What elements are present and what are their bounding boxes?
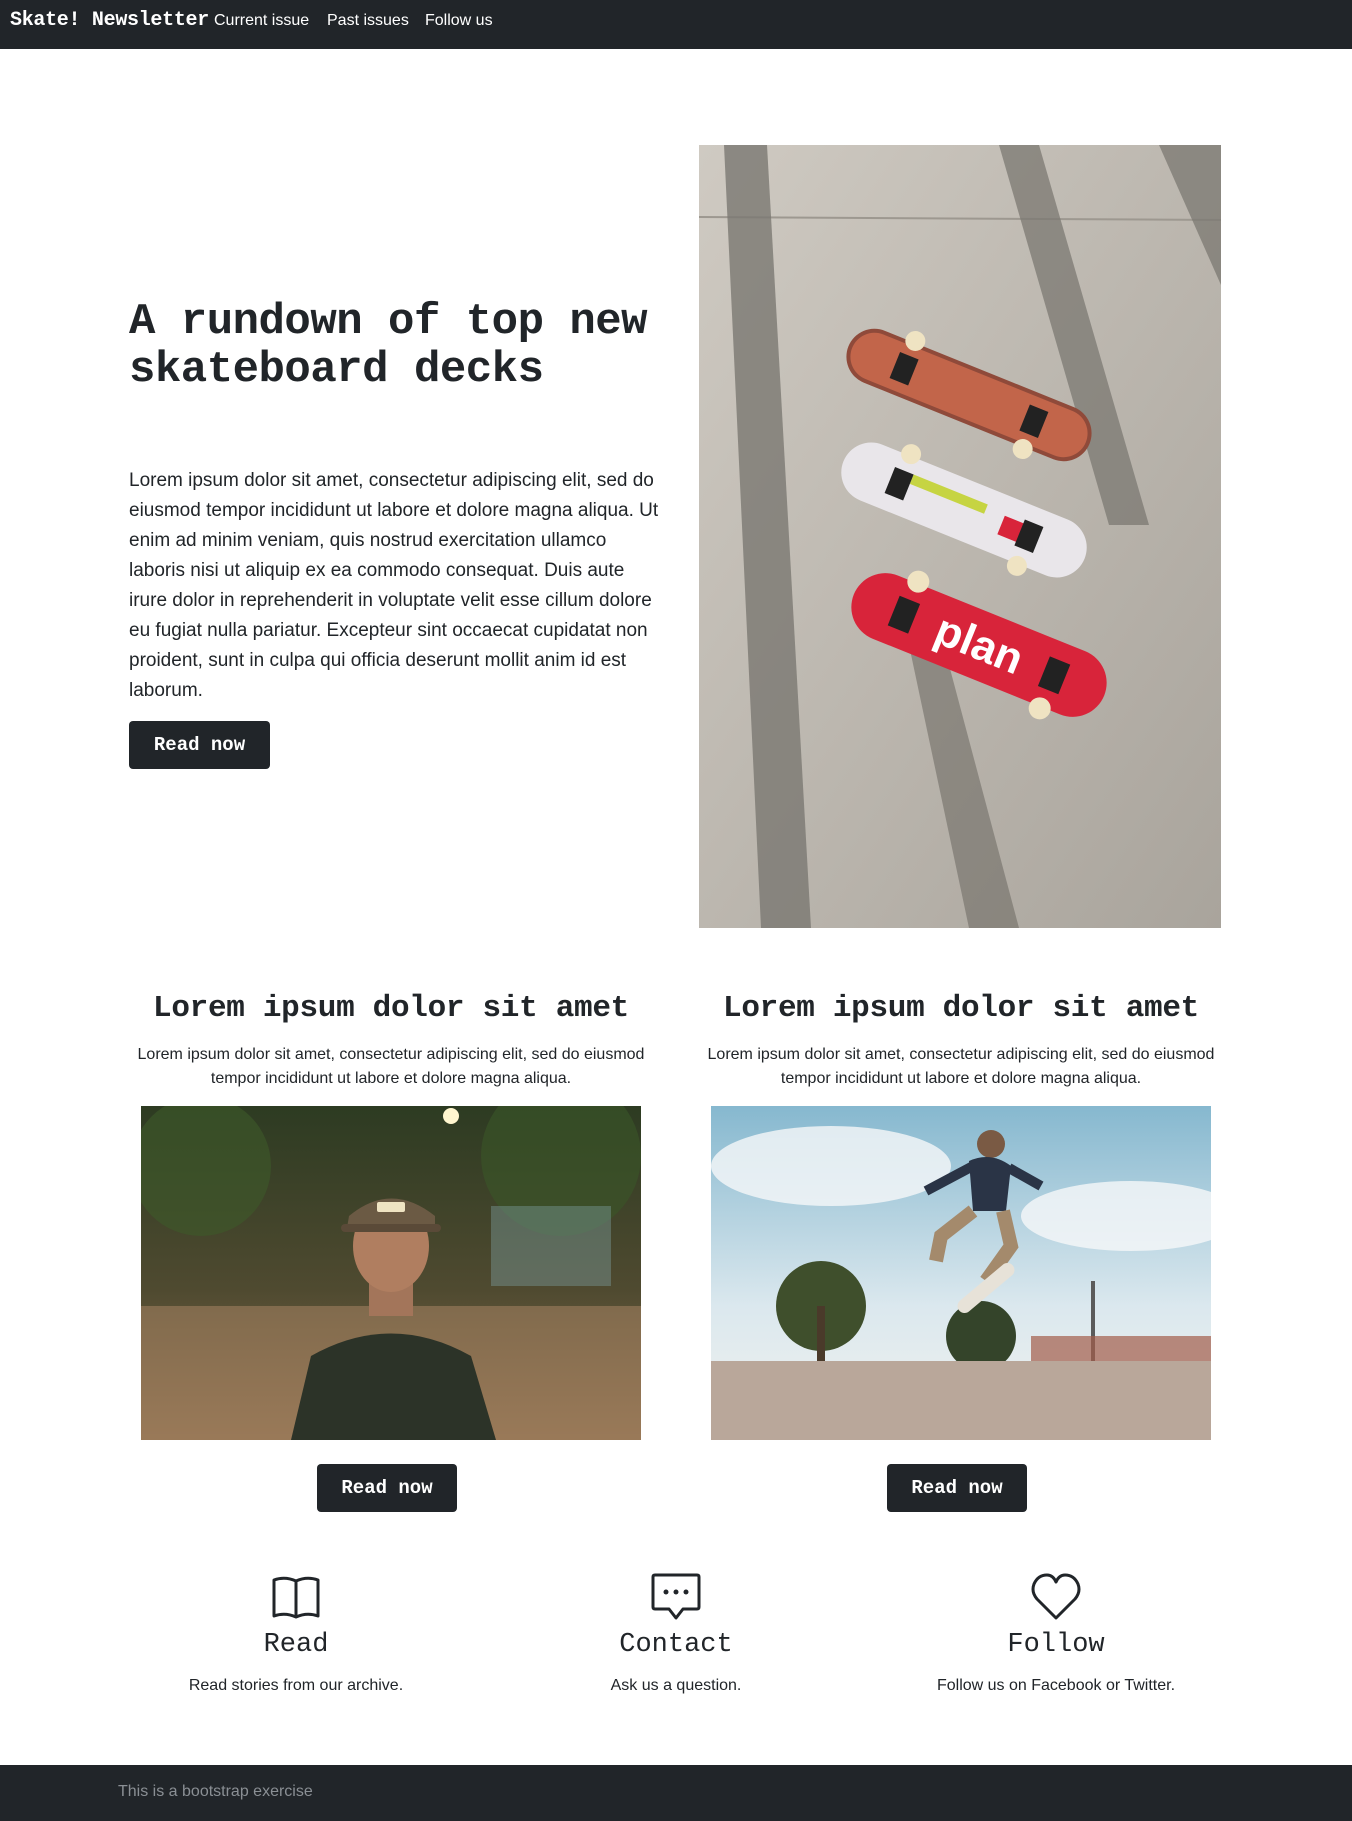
card-2-text: Lorem ipsum dolor sit amet, consectetur … bbox=[707, 1046, 1215, 1087]
card-1-image-skater-portrait bbox=[141, 1106, 641, 1440]
card-1-text: Lorem ipsum dolor sit amet, consectetur … bbox=[137, 1046, 645, 1087]
hero-read-now-button[interactable]: Read now bbox=[129, 721, 270, 769]
chat-icon bbox=[651, 1572, 701, 1622]
nav-link-current-issue[interactable]: Current issue bbox=[214, 12, 309, 30]
nav-link-follow-us[interactable]: Follow us bbox=[425, 12, 493, 30]
feature-follow-text: Follow us on Facebook or Twitter. bbox=[936, 1677, 1176, 1694]
hero-title: A rundown of top new skateboard decks bbox=[129, 297, 648, 395]
card-1-title: Lorem ipsum dolor sit amet bbox=[153, 991, 629, 1026]
hero-image-skateboards: plan bbox=[699, 145, 1221, 928]
card-2-read-now-button[interactable]: Read now bbox=[887, 1464, 1027, 1512]
feature-contact-title: Contact bbox=[619, 1630, 733, 1660]
nav-link-past-issues[interactable]: Past issues bbox=[327, 12, 409, 30]
feature-read-text: Read stories from our archive. bbox=[188, 1677, 404, 1694]
book-icon bbox=[271, 1572, 321, 1622]
card-2-title: Lorem ipsum dolor sit amet bbox=[723, 991, 1199, 1026]
page-footer: This is a bootstrap exercise bbox=[0, 1765, 1352, 1821]
heart-icon bbox=[1031, 1572, 1081, 1622]
card-2-image-skater-jump bbox=[711, 1106, 1211, 1440]
feature-contact-text: Ask us a question. bbox=[610, 1677, 742, 1694]
feature-follow-title: Follow bbox=[1007, 1630, 1105, 1660]
top-navbar: Skate! Newsletter Current issue Past iss… bbox=[0, 0, 1352, 49]
feature-read-title: Read bbox=[263, 1630, 329, 1660]
brand-link[interactable]: Skate! Newsletter bbox=[10, 9, 209, 32]
card-1-read-now-button[interactable]: Read now bbox=[317, 1464, 457, 1512]
hero-text: Lorem ipsum dolor sit amet, consectetur … bbox=[129, 470, 659, 701]
footer-text: This is a bootstrap exercise bbox=[118, 1783, 313, 1800]
